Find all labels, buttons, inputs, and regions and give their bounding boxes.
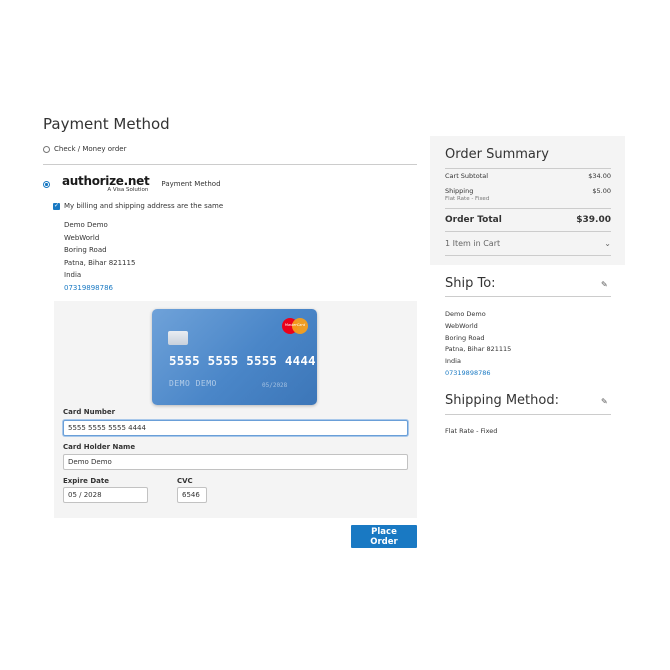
expiry-input[interactable]: 05 / 2028	[63, 487, 148, 503]
divider	[445, 168, 611, 169]
page-title: Payment Method	[43, 115, 170, 133]
divider	[445, 414, 611, 415]
mastercard-logo-text: MasterCard	[284, 323, 306, 327]
payment-option-authorize-net[interactable]: authorize.net A Visa Solution Payment Me…	[43, 175, 221, 194]
cvc-label: CVC	[177, 477, 193, 485]
ship-to-line: India	[445, 357, 461, 366]
place-order-button[interactable]: Place Order	[351, 525, 417, 548]
pencil-icon[interactable]: ✎	[601, 280, 608, 289]
credit-card-preview: MasterCard 5555 5555 5555 4444 DEMO DEMO…	[152, 309, 317, 405]
billing-same-as-shipping[interactable]: ✓ My billing and shipping address are th…	[53, 202, 223, 210]
cvc-input[interactable]: 6546	[177, 487, 207, 503]
divider	[43, 164, 417, 165]
authorize-net-logo-subtext: A Visa Solution	[107, 187, 149, 193]
order-summary-title: Order Summary	[445, 147, 549, 162]
card-holder-value: Demo Demo	[68, 458, 112, 466]
checkmark-icon: ✓	[53, 202, 60, 209]
ship-to-title: Ship To:	[445, 276, 496, 291]
shipping-method-value: Flat Rate - Fixed	[445, 427, 498, 435]
payment-option-label: Payment Method	[161, 180, 221, 189]
ship-to-phone-link[interactable]: 07319898786	[445, 368, 511, 380]
payment-option-label: Check / Money order	[54, 145, 127, 153]
card-preview-holder: DEMO DEMO	[169, 379, 217, 388]
shipping-value: $5.00	[592, 187, 611, 195]
billing-phone-link[interactable]: 07319898786	[64, 282, 135, 295]
card-preview-expiry: 05/2028	[262, 382, 288, 389]
ship-to-line: Boring Road	[445, 333, 485, 342]
authorize-net-logo-text: authorize.net	[62, 174, 150, 188]
radio-authorize-net[interactable]	[43, 180, 50, 188]
divider	[445, 255, 611, 256]
shipping-method-sub: Flat Rate - Fixed	[445, 196, 490, 202]
billing-same-label: My billing and shipping address are the …	[64, 202, 224, 210]
items-in-cart-label: 1 Item in Cart	[445, 239, 501, 248]
billing-address: Demo Demo WebWorld Boring Road Patna, Bi…	[64, 219, 135, 294]
radio-check-money-order[interactable]	[43, 145, 50, 153]
pencil-icon[interactable]: ✎	[601, 397, 608, 406]
authorize-net-logo: authorize.net A Visa Solution	[62, 174, 150, 194]
billing-line: WebWorld	[64, 233, 100, 242]
cart-subtotal-value: $34.00	[588, 172, 611, 180]
card-holder-input[interactable]: Demo Demo	[63, 454, 408, 470]
ship-to-address: Demo Demo WebWorld Boring Road Patna, Bi…	[445, 309, 511, 380]
chevron-down-icon: ⌄	[604, 239, 611, 248]
card-number-label: Card Number	[63, 408, 116, 416]
shipping-label: Shipping	[445, 187, 474, 195]
items-in-cart-toggle[interactable]: 1 Item in Cart ⌄	[445, 239, 611, 248]
mastercard-logo-icon: MasterCard	[282, 318, 308, 334]
ship-to-line: Patna, Bihar 821115	[445, 345, 512, 354]
cvc-value: 6546	[182, 491, 200, 499]
card-preview-number: 5555 5555 5555 4444	[169, 353, 316, 368]
card-chip-icon	[168, 331, 188, 345]
expiry-value: 05 / 2028	[68, 491, 102, 499]
billing-line: India	[64, 271, 82, 279]
order-total-value: $39.00	[576, 215, 611, 225]
order-total-label: Order Total	[445, 215, 502, 225]
divider	[445, 231, 611, 232]
payment-option-check-money-order[interactable]: Check / Money order	[43, 145, 126, 153]
billing-line: Demo Demo	[64, 221, 108, 229]
card-number-input[interactable]: 5555 5555 5555 4444	[63, 420, 408, 436]
billing-same-checkbox[interactable]: ✓	[53, 202, 60, 210]
card-number-value: 5555 5555 5555 4444	[68, 424, 146, 432]
shipping-method-title: Shipping Method:	[445, 393, 559, 408]
cart-subtotal-label: Cart Subtotal	[445, 172, 489, 180]
expiry-label: Expire Date	[63, 477, 109, 485]
divider	[445, 208, 611, 209]
card-holder-label: Card Holder Name	[63, 443, 136, 451]
ship-to-line: Demo Demo	[445, 310, 486, 318]
divider	[445, 296, 611, 297]
billing-line: Boring Road	[64, 246, 107, 254]
billing-line: Patna, Bihar 821115	[64, 258, 136, 267]
ship-to-line: WebWorld	[445, 321, 478, 330]
